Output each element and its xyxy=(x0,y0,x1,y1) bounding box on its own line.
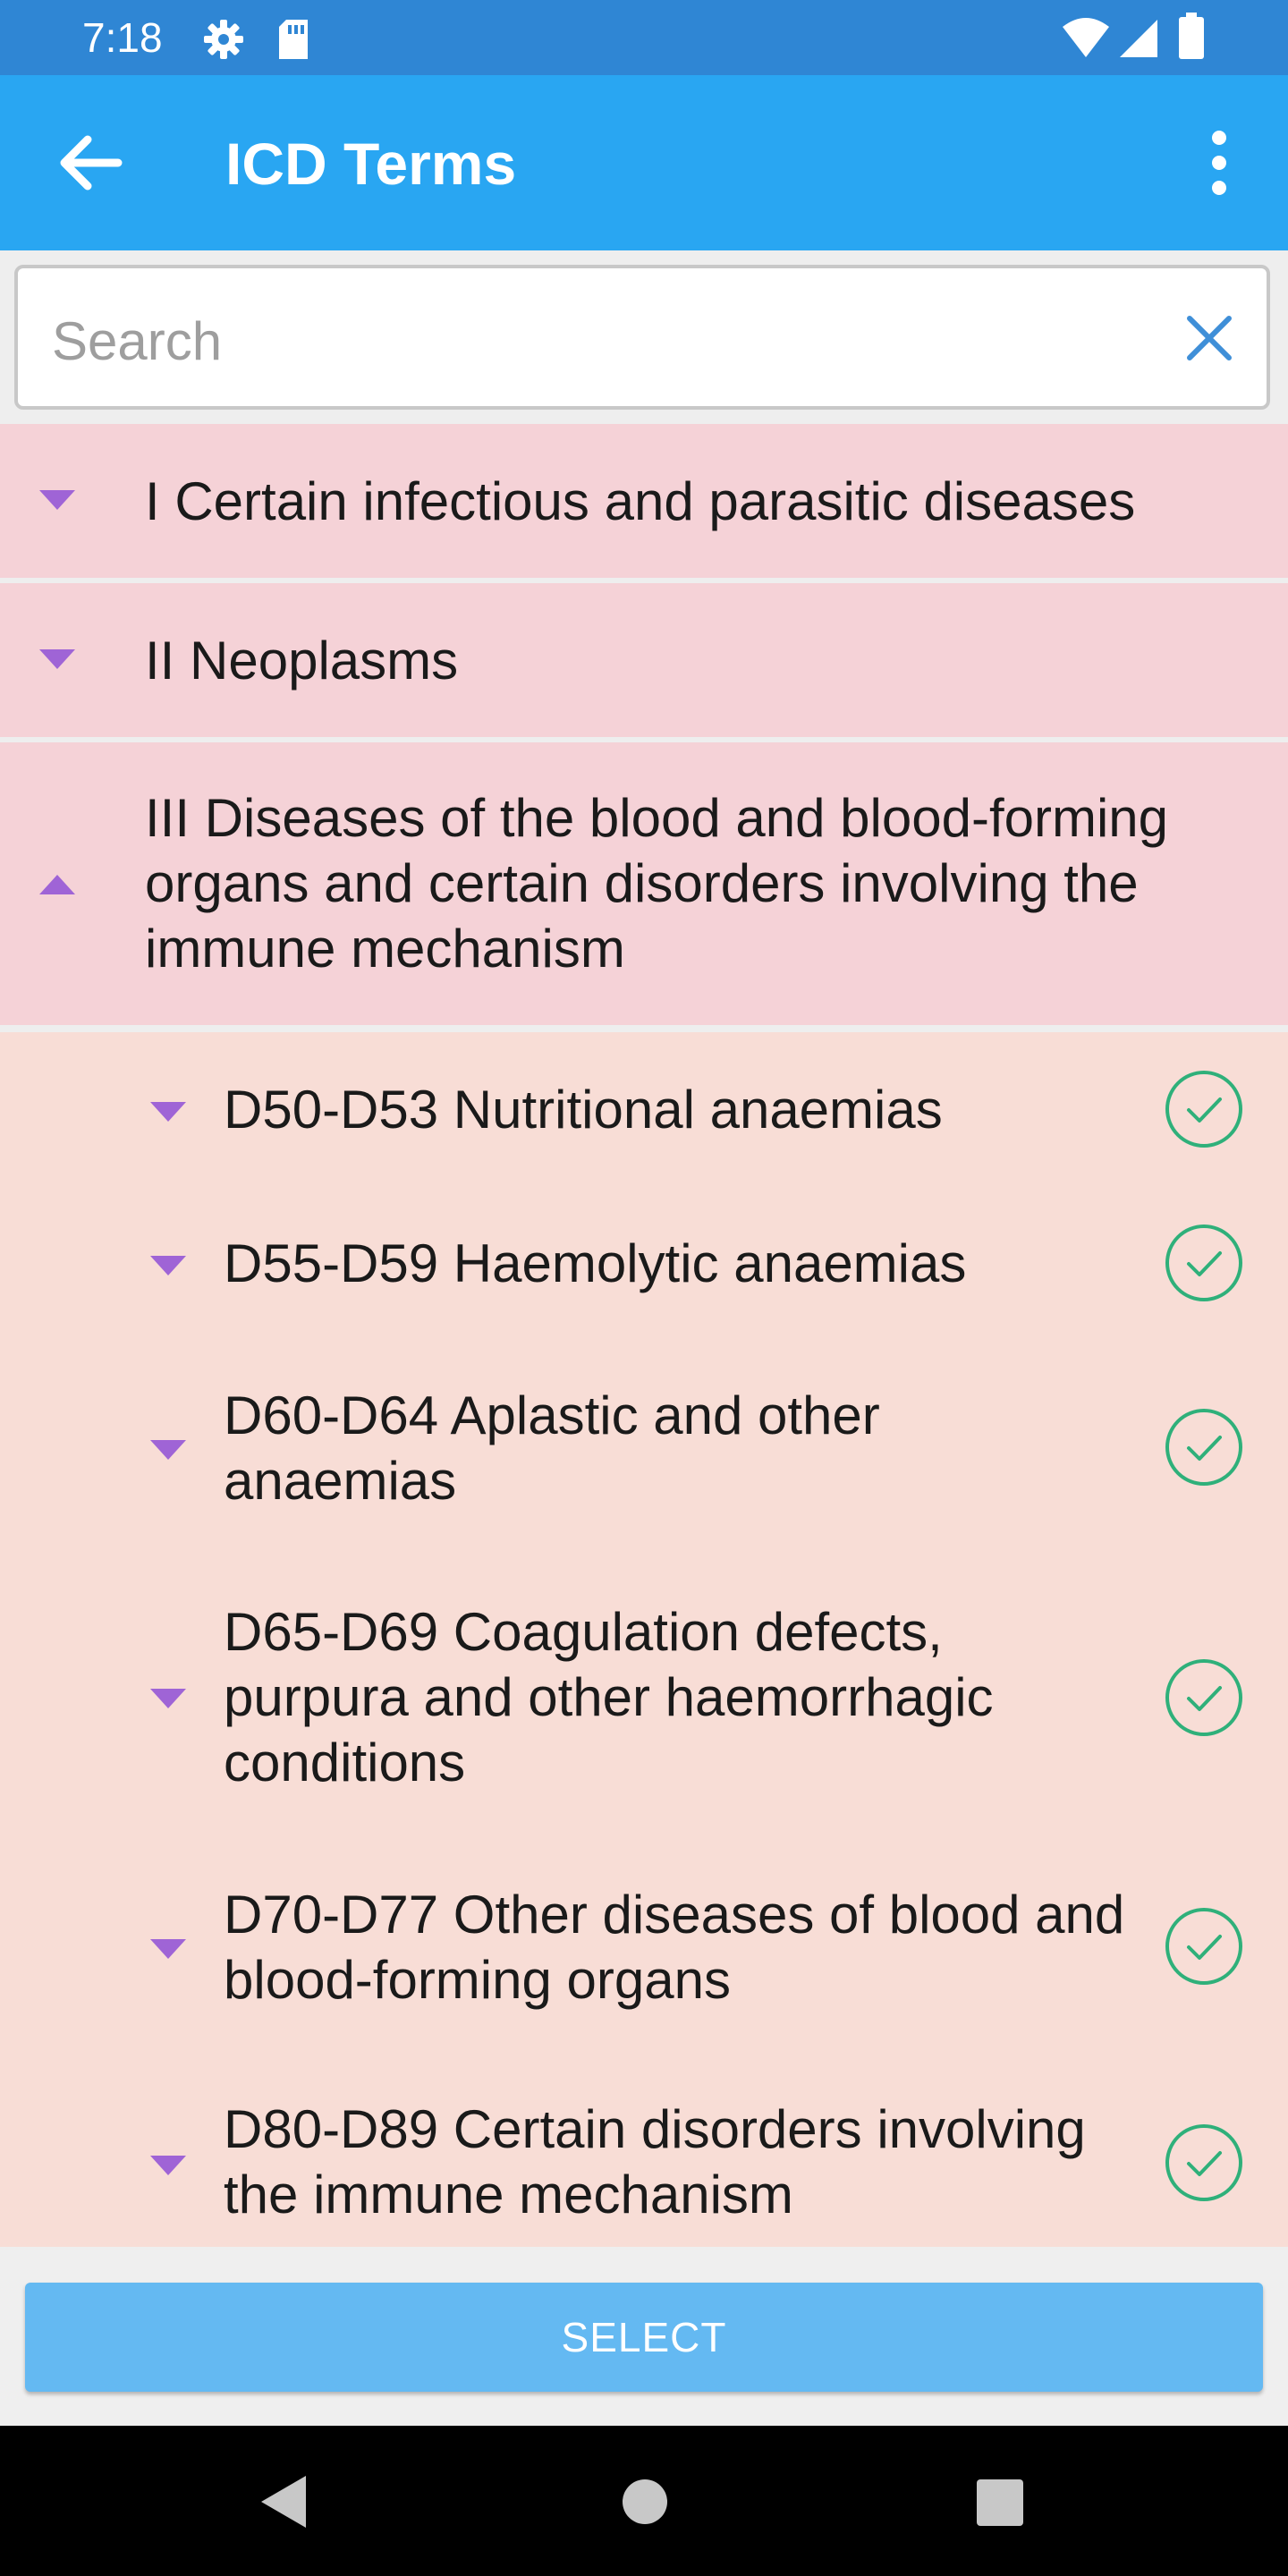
caret-down-icon xyxy=(150,1440,186,1460)
chapter-label: III Diseases of the blood and blood-form… xyxy=(145,788,1169,979)
chapter-label: I Certain infectious and parasitic disea… xyxy=(145,471,1136,531)
more-vert-icon xyxy=(1212,131,1226,195)
system-navigation-bar xyxy=(0,2426,1288,2576)
battery-icon xyxy=(1179,13,1204,64)
check-circle-icon[interactable] xyxy=(1165,1070,1243,1148)
status-time: 7:18 xyxy=(82,14,163,61)
status-bar: 7:18 xyxy=(0,0,1288,75)
overflow-menu-button[interactable] xyxy=(1179,120,1259,206)
search-box xyxy=(14,265,1270,410)
subgroup-label: D50-D53 Nutritional anaemias xyxy=(224,1080,943,1140)
home-circle-icon[interactable] xyxy=(614,2470,676,2533)
check-circle-icon[interactable] xyxy=(1165,1907,1243,1986)
chapter-label: II Neoplasms xyxy=(145,631,459,691)
caret-down-icon xyxy=(150,1939,186,1959)
subgroup-label: D70-D77 Other diseases of blood and bloo… xyxy=(224,1885,1125,2010)
subgroup-row[interactable]: D60-D64 Aplastic and other anaemias xyxy=(0,1340,1288,1558)
caret-down-icon xyxy=(150,1689,186,1708)
search-input[interactable] xyxy=(50,304,1109,377)
close-icon xyxy=(1187,316,1232,360)
sd-card-icon xyxy=(275,18,311,65)
check-circle-icon[interactable] xyxy=(1165,2123,1243,2202)
back-button[interactable] xyxy=(47,120,132,206)
wifi-icon xyxy=(1061,16,1111,64)
subgroup-label: D65-D69 Coagulation defects, purpura and… xyxy=(224,1602,994,1792)
gear-icon xyxy=(202,18,245,65)
subgroup-row[interactable]: D55-D59 Haemolytic anaemias xyxy=(0,1186,1288,1340)
select-footer: SELECT xyxy=(0,2250,1288,2426)
clear-search-button[interactable] xyxy=(1181,309,1238,367)
caret-up-icon xyxy=(39,875,75,894)
subgroup-row[interactable]: D50-D53 Nutritional anaemias xyxy=(0,1032,1288,1186)
recents-square-icon[interactable] xyxy=(968,2470,1030,2533)
check-circle-icon[interactable] xyxy=(1165,1658,1243,1737)
subgroup-row[interactable]: D65-D69 Coagulation defects, purpura and… xyxy=(0,1558,1288,1841)
subgroup-label: D55-D59 Haemolytic anaemias xyxy=(224,1233,967,1293)
caret-down-icon xyxy=(39,649,75,669)
select-button[interactable]: SELECT xyxy=(25,2283,1263,2392)
arrow-back-icon xyxy=(60,135,123,191)
chapter-row[interactable]: II Neoplasms xyxy=(0,583,1288,737)
caret-down-icon xyxy=(150,1102,186,1122)
caret-down-icon xyxy=(150,1256,186,1275)
subgroup-row[interactable]: D70-D77 Other diseases of blood and bloo… xyxy=(0,1841,1288,2055)
caret-down-icon xyxy=(39,490,75,510)
subgroup-label: D60-D64 Aplastic and other anaemias xyxy=(224,1385,880,1511)
signal-icon xyxy=(1118,16,1159,64)
check-circle-icon[interactable] xyxy=(1165,1224,1243,1302)
subgroup-label: D80-D89 Certain disorders involving the … xyxy=(224,2099,1086,2224)
subgroup-row[interactable]: D80-D89 Certain disorders involving the … xyxy=(0,2055,1288,2247)
chapter-row[interactable]: III Diseases of the blood and blood-form… xyxy=(0,742,1288,1025)
icd-term-list: I Certain infectious and parasitic disea… xyxy=(0,424,1288,2250)
back-triangle-icon[interactable] xyxy=(254,2470,317,2533)
chapter-row[interactable]: I Certain infectious and parasitic disea… xyxy=(0,424,1288,578)
check-circle-icon[interactable] xyxy=(1165,1408,1243,1487)
subgroup-list: D50-D53 Nutritional anaemias D55-D59 Hae… xyxy=(0,1032,1288,2247)
app-bar: ICD Terms xyxy=(0,75,1288,250)
page-title: ICD Terms xyxy=(225,131,517,197)
caret-down-icon xyxy=(150,2156,186,2175)
